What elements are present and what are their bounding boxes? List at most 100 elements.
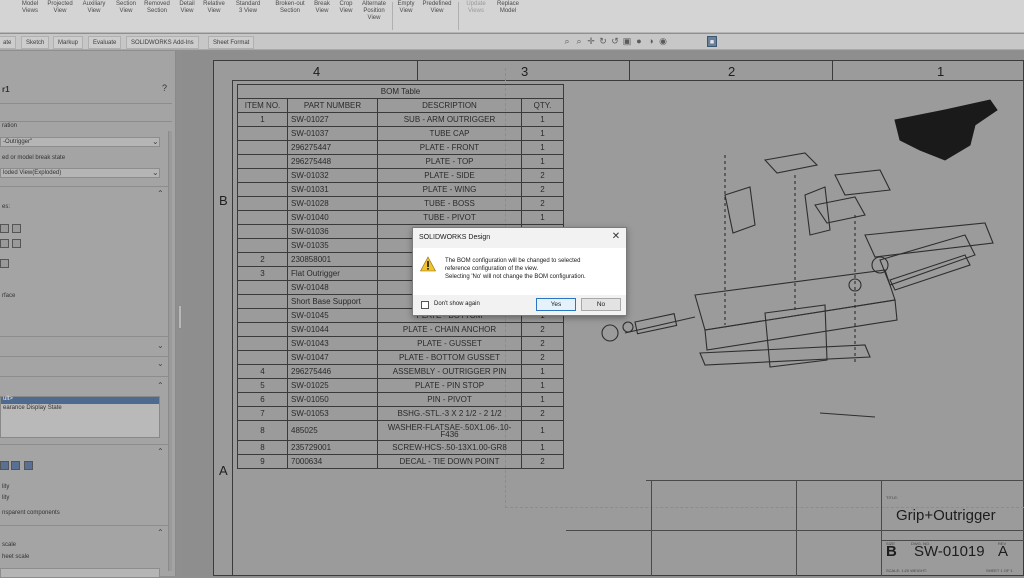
bom-row[interactable]: 4 296275446 ASSEMBLY - OUTRIGGER PIN 1 (237, 364, 564, 379)
bom-row[interactable]: 8 235729001 SCREW-HCS-.50-13X1.00-GR8 1 (237, 440, 564, 455)
update-views-button[interactable]: Update Views (462, 0, 490, 33)
bom-cell: SW-01037 (287, 126, 378, 141)
bom-row[interactable]: SW-01043 PLATE - GUSSET 2 (237, 336, 564, 351)
arm-tube-edge (889, 254, 971, 291)
display-state-list[interactable]: ult> earance Display State (0, 396, 160, 438)
zone-divider (417, 61, 418, 80)
wireframe-icon[interactable] (0, 224, 9, 233)
rotate-icon[interactable]: ↻ (598, 36, 608, 47)
section-view-button[interactable]: Section View (112, 0, 140, 33)
bom-row[interactable]: SW-01037 TUBE CAP 1 (237, 126, 564, 141)
hidden-removed-icon[interactable] (0, 259, 9, 268)
shaded-icon[interactable] (0, 239, 9, 248)
bom-cell: TUBE - PIVOT (377, 210, 522, 225)
replace-model-button[interactable]: Replace Model (492, 0, 524, 33)
no-button[interactable]: No (581, 298, 621, 311)
sheet-scale-label: heet scale (2, 554, 30, 560)
bom-row[interactable]: 5 SW-01025 PLATE - PIN STOP 1 (237, 378, 564, 393)
yes-button[interactable]: Yes (536, 298, 576, 311)
list-item[interactable]: earance Display State (3, 405, 62, 411)
auxiliary-view-button[interactable]: Auxiliary View (78, 0, 110, 33)
list-item[interactable]: ult> (3, 396, 13, 402)
removed-section-button[interactable]: Removed Section (141, 0, 173, 33)
bom-row[interactable]: 296275447 PLATE - FRONT 1 (237, 140, 564, 155)
bom-row[interactable]: SW-01047 PLATE - BOTTOM GUSSET 2 (237, 350, 564, 365)
bom-row[interactable]: SW-01032 PLATE - SIDE 2 (237, 168, 564, 183)
alternate-position-view-button[interactable]: Alternate Position View (358, 0, 390, 33)
washer-part (622, 321, 634, 333)
bom-cell: 235729001 (287, 440, 378, 455)
chevron-up-icon[interactable]: ⌃ (157, 447, 164, 456)
bom-row[interactable]: 6 SW-01050 PIN - PIVOT 1 (237, 392, 564, 407)
bom-cell: PLATE - PIN STOP (377, 378, 522, 393)
predefined-view-button[interactable]: Predefined View (420, 0, 454, 33)
bom-cell (237, 154, 288, 169)
chevron-up-icon[interactable]: ⌃ (157, 189, 164, 198)
hide-show-icon[interactable]: ◑ (646, 36, 656, 47)
projected-view-button[interactable]: Projected View (44, 0, 76, 33)
chevron-down-icon[interactable]: ⌄ (152, 137, 159, 146)
display-mode-icon[interactable] (24, 461, 33, 470)
standard-3-view-button[interactable]: Standard 3 View (232, 0, 264, 33)
chevron-up-icon[interactable]: ⌃ (157, 381, 164, 390)
panel-divider (0, 525, 172, 526)
view-settings-icon[interactable]: ▣ (622, 36, 632, 47)
bom-row[interactable]: SW-01028 TUBE - BOSS 2 (237, 196, 564, 211)
bom-row[interactable]: 9 7000634 DECAL - TIE DOWN POINT 2 (237, 454, 564, 469)
chevron-down-icon[interactable]: ⌄ (157, 341, 164, 350)
broken-out-section-button[interactable]: Broken-out Section (270, 0, 310, 33)
exploded-view-drawing[interactable] (565, 95, 1015, 435)
model-views-button[interactable]: Model Views (16, 0, 44, 33)
list-item-selected[interactable] (1, 397, 159, 404)
bom-row[interactable]: 1 SW-01027 SUB - ARM OUTRIGGER 1 (237, 112, 564, 127)
chevron-down-icon[interactable]: ⌄ (152, 168, 159, 177)
help-icon[interactable]: ? (162, 83, 167, 93)
tab-sheet-format[interactable]: Sheet Format (208, 36, 255, 49)
detail-view-button[interactable]: Detail View (175, 0, 199, 33)
bom-cell (237, 210, 288, 225)
bom-row[interactable]: SW-01031 PLATE - WING 2 (237, 182, 564, 197)
tab-annotate[interactable]: ate (0, 36, 17, 49)
bom-row[interactable]: SW-01044 PLATE - CHAIN ANCHOR 2 (237, 322, 564, 337)
bom-row[interactable]: 8 485025 WASHER-FLATSAE-.50X1.06-.10-F436 1 (237, 420, 564, 441)
empty-view-button[interactable]: Empty View (394, 0, 418, 33)
dont-show-again-checkbox[interactable] (421, 301, 429, 309)
shaded-edges-icon[interactable] (12, 239, 21, 248)
bom-cell: SCREW-HCS-.50-13X1.00-GR8 (377, 440, 522, 455)
bom-row[interactable]: SW-01040 TUBE - PIVOT 1 (237, 210, 564, 225)
configuration-dropdown[interactable]: -Outrigger" (0, 137, 160, 147)
appearance-icon[interactable]: ◉ (658, 36, 668, 47)
state-dropdown[interactable]: loded View(Exploded) (0, 168, 160, 178)
zoom-area-icon[interactable]: ⌕ (574, 36, 584, 47)
bom-cell: SW-01031 (287, 182, 378, 197)
display-mode-icon[interactable] (11, 461, 20, 470)
bom-row[interactable]: 7 SW-01053 BSHG.-STL.-3 X 2 1/2 - 2 1/2 2 (237, 406, 564, 421)
relative-view-button[interactable]: Relative View (200, 0, 228, 33)
tab-sketch[interactable]: Sketch (21, 36, 50, 49)
crop-view-button[interactable]: Crop View (335, 0, 357, 33)
viewport-icon[interactable]: ■ (707, 36, 717, 47)
tab-solidworks-addins[interactable]: SOLIDWORKS Add-Ins (126, 36, 199, 49)
hidden-lines-icon[interactable] (12, 224, 21, 233)
pan-icon[interactable]: ✛ (586, 36, 596, 47)
drawing-title: Grip+Outrigger (896, 507, 996, 524)
close-icon[interactable]: ✕ (611, 231, 621, 242)
display-mode-icon[interactable] (0, 461, 9, 470)
bom-cell (237, 168, 288, 183)
tab-markup[interactable]: Markup (53, 36, 84, 49)
redraw-icon[interactable]: ↺ (610, 36, 620, 47)
bom-row[interactable]: 296275448 PLATE - TOP 1 (237, 154, 564, 169)
break-view-button[interactable]: Break View (311, 0, 333, 33)
ribbon-separator (458, 2, 459, 30)
dont-show-again-label[interactable]: Don't show again (434, 301, 480, 307)
display-style-icon[interactable]: ● (634, 36, 644, 47)
wing-plate-part (804, 186, 831, 236)
chevron-down-icon[interactable]: ⌄ (157, 359, 164, 368)
scale-field[interactable] (0, 568, 160, 578)
search-icon[interactable]: ⌕ (562, 36, 572, 47)
chevron-up-icon[interactable]: ⌃ (157, 528, 164, 537)
panel-scrollbar[interactable] (168, 131, 172, 571)
bom-cell: 8 (237, 420, 288, 441)
bom-cell: SW-01044 (287, 322, 378, 337)
tab-evaluate[interactable]: Evaluate (88, 36, 122, 49)
